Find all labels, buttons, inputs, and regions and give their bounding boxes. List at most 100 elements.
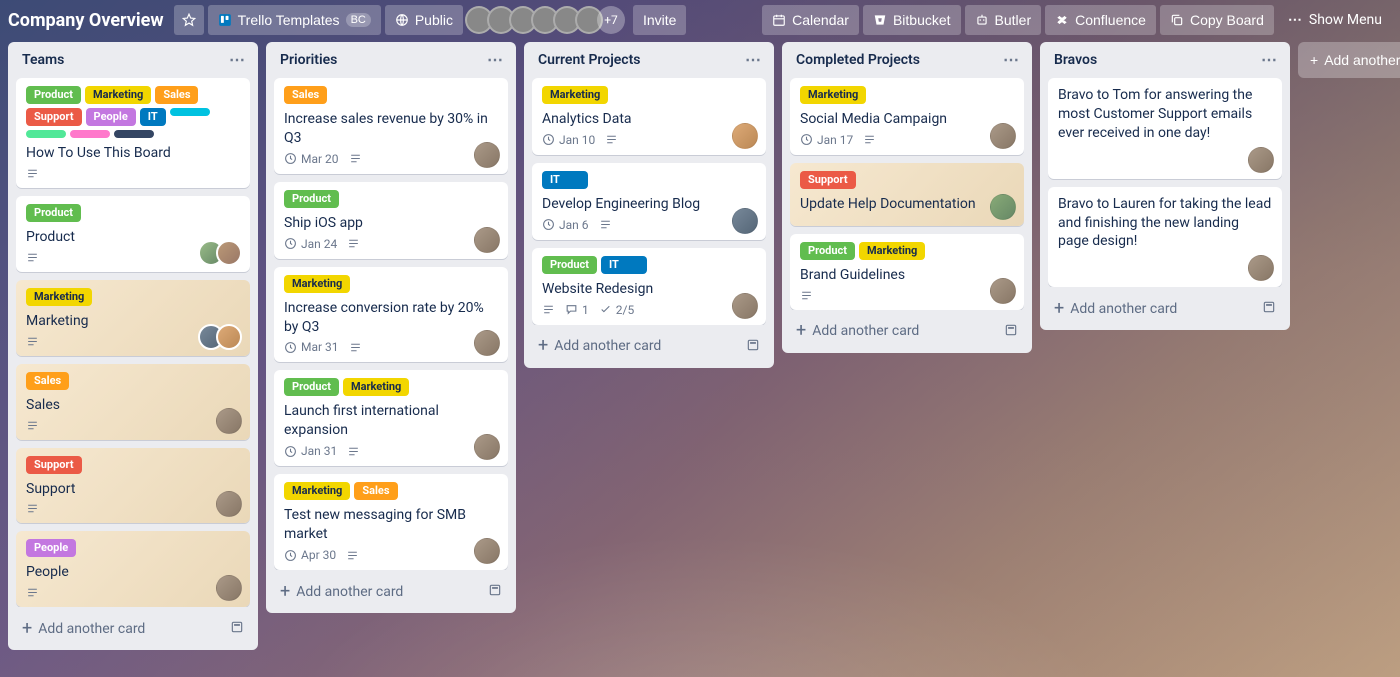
label-support[interactable]: Support — [800, 171, 856, 189]
template-icon[interactable] — [746, 337, 760, 356]
visibility-button[interactable]: Public — [385, 5, 463, 35]
label-people[interactable]: People — [86, 108, 136, 126]
card[interactable]: Product Product — [16, 196, 250, 272]
label-people[interactable]: People — [26, 539, 76, 557]
card[interactable]: Bravo to Tom for answering the most Cust… — [1048, 78, 1282, 179]
label-marketing[interactable]: Marketing — [800, 86, 866, 104]
label-product[interactable]: Product — [542, 256, 597, 274]
card[interactable]: Sales Increase sales revenue by 30% in Q… — [274, 78, 508, 174]
templates-button[interactable]: Trello Templates BC — [208, 5, 381, 35]
list-title[interactable]: Current Projects — [538, 52, 641, 68]
avatar[interactable] — [732, 208, 758, 234]
calendar-button[interactable]: Calendar — [762, 5, 859, 35]
list-menu-button[interactable]: ⋯ — [1003, 52, 1020, 68]
avatar[interactable] — [990, 278, 1016, 304]
copy-board-button[interactable]: Copy Board — [1160, 5, 1274, 35]
card[interactable]: Marketing Analytics Data Jan 10 — [532, 78, 766, 155]
card[interactable]: Support Support — [16, 448, 250, 524]
card[interactable]: Product Ship iOS app Jan 24 — [274, 182, 508, 259]
card[interactable]: Marketing Social Media Campaign Jan 17 — [790, 78, 1024, 155]
show-menu-button[interactable]: ⋯ Show Menu — [1278, 12, 1392, 28]
label-sales[interactable]: Sales — [26, 372, 69, 390]
label-color[interactable] — [170, 108, 210, 116]
list-menu-button[interactable]: ⋯ — [229, 52, 246, 68]
label-product[interactable]: Product — [800, 242, 855, 260]
list-menu-button[interactable]: ⋯ — [487, 52, 504, 68]
list-title[interactable]: Bravos — [1054, 52, 1097, 68]
description-icon — [26, 335, 39, 348]
invite-button[interactable]: Invite — [633, 5, 686, 35]
label-it[interactable]: IT — [140, 108, 166, 126]
card[interactable]: People People — [16, 531, 250, 607]
label-color[interactable] — [70, 130, 110, 138]
avatar[interactable] — [216, 240, 242, 266]
label-product[interactable]: Product — [26, 204, 81, 222]
add-card-button[interactable]: +Add another card — [538, 338, 746, 354]
avatar[interactable] — [1248, 255, 1274, 281]
template-icon[interactable] — [1004, 322, 1018, 341]
label-it[interactable]: IT — [542, 171, 588, 189]
card-title: Analytics Data — [542, 110, 756, 129]
list-menu-button[interactable]: ⋯ — [1261, 52, 1278, 68]
add-card-button[interactable]: +Add another card — [280, 584, 488, 600]
card[interactable]: ProductMarketing Brand Guidelines — [790, 234, 1024, 310]
add-card-button[interactable]: +Add another card — [22, 621, 230, 637]
label-marketing[interactable]: Marketing — [542, 86, 608, 104]
add-card-button[interactable]: +Add another card — [796, 323, 1004, 339]
avatar[interactable] — [1248, 147, 1274, 173]
list-title[interactable]: Teams — [22, 52, 64, 68]
label-color[interactable] — [114, 130, 154, 138]
template-icon[interactable] — [488, 582, 502, 601]
label-it[interactable]: IT — [601, 256, 647, 274]
due-date: Jan 17 — [800, 133, 853, 147]
due-date: Jan 6 — [542, 218, 589, 232]
add-card-button[interactable]: +Add another card — [1054, 301, 1262, 317]
avatar[interactable] — [990, 123, 1016, 149]
template-icon[interactable] — [230, 619, 244, 638]
avatar[interactable] — [474, 538, 500, 564]
label-support[interactable]: Support — [26, 108, 82, 126]
list-title[interactable]: Priorities — [280, 52, 337, 68]
label-marketing[interactable]: Marketing — [26, 288, 92, 306]
card[interactable]: ProductMarketing Launch first internatio… — [274, 370, 508, 466]
avatar[interactable] — [216, 408, 242, 434]
card[interactable]: MarketingSales Test new messaging for SM… — [274, 474, 508, 570]
card[interactable]: Marketing Marketing — [16, 280, 250, 356]
list-menu-button[interactable]: ⋯ — [745, 52, 762, 68]
butler-button[interactable]: Butler — [965, 5, 1042, 35]
label-marketing[interactable]: Marketing — [284, 275, 350, 293]
add-list-button[interactable]: + Add another list — [1298, 42, 1400, 78]
template-icon[interactable] — [1262, 299, 1276, 318]
card[interactable]: Sales Sales — [16, 364, 250, 440]
avatar[interactable] — [990, 194, 1016, 220]
avatar[interactable] — [474, 227, 500, 253]
card[interactable]: Support Update Help Documentation — [790, 163, 1024, 226]
confluence-button[interactable]: Confluence — [1045, 5, 1156, 35]
label-product[interactable]: Product — [284, 190, 339, 208]
avatar[interactable] — [216, 324, 242, 350]
label-product[interactable]: Product — [26, 86, 81, 104]
label-color[interactable] — [26, 130, 66, 138]
label-marketing[interactable]: Marketing — [284, 482, 350, 500]
card[interactable]: ProductIT Website Redesign 1 2/5 — [532, 248, 766, 325]
card[interactable]: IT Develop Engineering Blog Jan 6 — [532, 163, 766, 240]
label-marketing[interactable]: Marketing — [85, 86, 151, 104]
bitbucket-button[interactable]: Bitbucket — [863, 5, 961, 35]
avatars-more[interactable]: +7 — [597, 6, 625, 34]
card[interactable]: Marketing Increase conversion rate by 20… — [274, 267, 508, 363]
label-sales[interactable]: Sales — [354, 482, 397, 500]
card[interactable]: Bravo to Lauren for taking the lead and … — [1048, 187, 1282, 288]
avatar[interactable] — [732, 123, 758, 149]
label-product[interactable]: Product — [284, 378, 339, 396]
label-marketing[interactable]: Marketing — [859, 242, 925, 260]
label-marketing[interactable]: Marketing — [343, 378, 409, 396]
star-button[interactable] — [174, 5, 204, 35]
member-avatars[interactable]: +7 — [471, 6, 625, 34]
list-title[interactable]: Completed Projects — [796, 52, 920, 68]
avatar[interactable] — [732, 293, 758, 319]
label-support[interactable]: Support — [26, 456, 82, 474]
label-sales[interactable]: Sales — [284, 86, 327, 104]
avatar[interactable] — [474, 142, 500, 168]
card[interactable]: Product Marketing Sales Support People I… — [16, 78, 250, 188]
label-sales[interactable]: Sales — [155, 86, 198, 104]
